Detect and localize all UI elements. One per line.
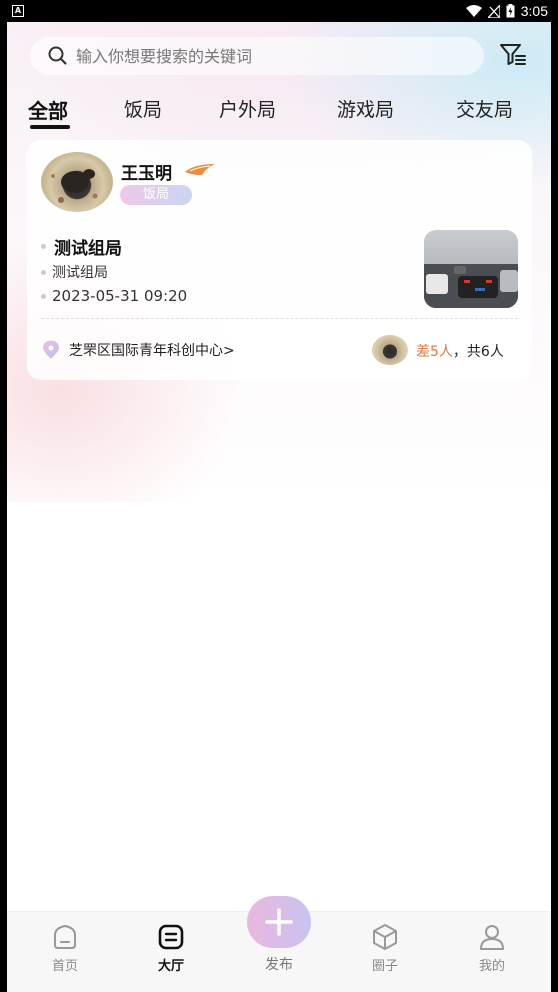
vip-badge-icon: [185, 164, 215, 175]
card-divider: [41, 318, 518, 319]
status-time: 3:05: [520, 3, 548, 19]
location-name: 芝罘区国际青年科创中心: [69, 343, 223, 359]
total-count: 共6人: [466, 344, 504, 360]
search-icon: [48, 46, 67, 65]
event-datetime: 2023-05-31 09:20: [52, 287, 188, 305]
count-separator: ，: [452, 344, 467, 360]
filter-icon[interactable]: [498, 40, 528, 70]
publish-label: 发布: [265, 957, 293, 973]
nav-mine-label: 我的: [478, 959, 505, 974]
event-description: 测试组局: [52, 265, 108, 281]
screen-frame-left: [0, 0, 7, 992]
app-notification-icon: A: [12, 5, 24, 17]
bullet-dot: [41, 293, 46, 299]
search-input[interactable]: [76, 46, 456, 66]
avatar-photo: [51, 169, 98, 203]
organizer-name[interactable]: 王玉明: [121, 159, 172, 184]
event-photo: [424, 264, 518, 308]
category-tag: 饭局: [120, 185, 192, 205]
participant-avatar: [372, 335, 408, 365]
nav-circle-label: 圈子: [371, 959, 398, 974]
signal-icon: [487, 4, 500, 18]
event-card[interactable]: 王玉明 饭局 测试组局 测试组局 2023-05-31 09:20 芝罘区国际青…: [27, 140, 532, 380]
avatar[interactable]: [41, 152, 113, 212]
home-icon: [54, 924, 76, 949]
nav-circle[interactable]: 圈子: [350, 922, 420, 974]
event-description-row: 测试组局: [41, 262, 108, 282]
bullet-dot: [41, 269, 46, 275]
nav-mine[interactable]: 我的: [457, 922, 527, 974]
tab-game[interactable]: 游戏局: [337, 95, 394, 122]
battery-icon: [506, 4, 515, 18]
wifi-icon: [465, 4, 482, 17]
screen-frame-right: [551, 0, 558, 992]
nav-home[interactable]: 首页: [30, 922, 100, 974]
missing-count: 差5人: [416, 344, 453, 360]
nav-hall-label: 大厅: [157, 959, 184, 974]
participant-count: 差5人，共6人: [416, 341, 504, 361]
hall-icon: [158, 924, 184, 950]
bullet-dot: [41, 244, 46, 249]
tab-social[interactable]: 交友局: [456, 95, 513, 122]
publish-button[interactable]: [247, 896, 311, 948]
event-title-row: 测试组局: [41, 234, 122, 259]
chevron-right-icon: >: [223, 343, 235, 359]
plus-icon: [265, 908, 293, 936]
nav-home-label: 首页: [51, 959, 78, 974]
tab-dinner[interactable]: 饭局: [124, 95, 162, 122]
search-bar[interactable]: [30, 37, 484, 75]
location-pin-icon: [43, 340, 59, 359]
category-tabs: 全部 饭局 户外局 游戏局 交友局: [0, 95, 558, 135]
status-bar: A 3:05: [0, 0, 558, 22]
event-thumbnail[interactable]: [424, 230, 518, 308]
active-tab-indicator: [30, 125, 70, 129]
user-icon: [480, 925, 504, 950]
event-location[interactable]: 芝罘区国际青年科创中心>: [69, 340, 235, 360]
tab-outdoor[interactable]: 户外局: [219, 95, 276, 122]
cube-icon: [373, 924, 397, 950]
nav-hall[interactable]: 大厅: [136, 922, 206, 974]
tab-all[interactable]: 全部: [28, 95, 68, 124]
event-time-row: 2023-05-31 09:20: [41, 287, 187, 305]
event-title: 测试组局: [54, 239, 122, 259]
